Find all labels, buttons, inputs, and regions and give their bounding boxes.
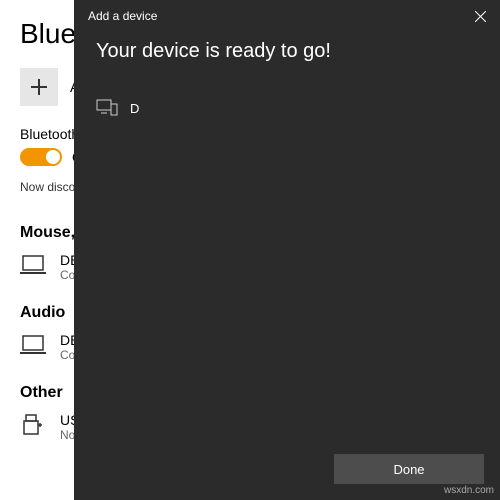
add-device-button[interactable]: [20, 68, 58, 106]
laptop-icon: [20, 254, 46, 276]
watermark: wsxdn.com: [444, 485, 494, 496]
bluetooth-toggle[interactable]: [20, 148, 62, 166]
modal-footer: Done: [74, 454, 500, 500]
modal-header: Add a device: [74, 0, 500, 32]
add-device-modal: Add a device Your device is ready to go!…: [74, 0, 500, 500]
plus-icon: [31, 79, 47, 95]
laptop-icon: [20, 334, 46, 356]
desktop-icon: [96, 99, 118, 117]
modal-body: Your device is ready to go! D: [74, 32, 500, 454]
done-button[interactable]: Done: [334, 454, 484, 484]
paired-device-row: D: [96, 99, 478, 117]
modal-title: Add a device: [88, 9, 157, 23]
usb-device-icon: [20, 414, 46, 436]
close-button[interactable]: [468, 4, 492, 28]
paired-device-name: D: [130, 101, 139, 116]
ready-message: Your device is ready to go!: [96, 40, 478, 63]
close-icon: [475, 11, 486, 22]
